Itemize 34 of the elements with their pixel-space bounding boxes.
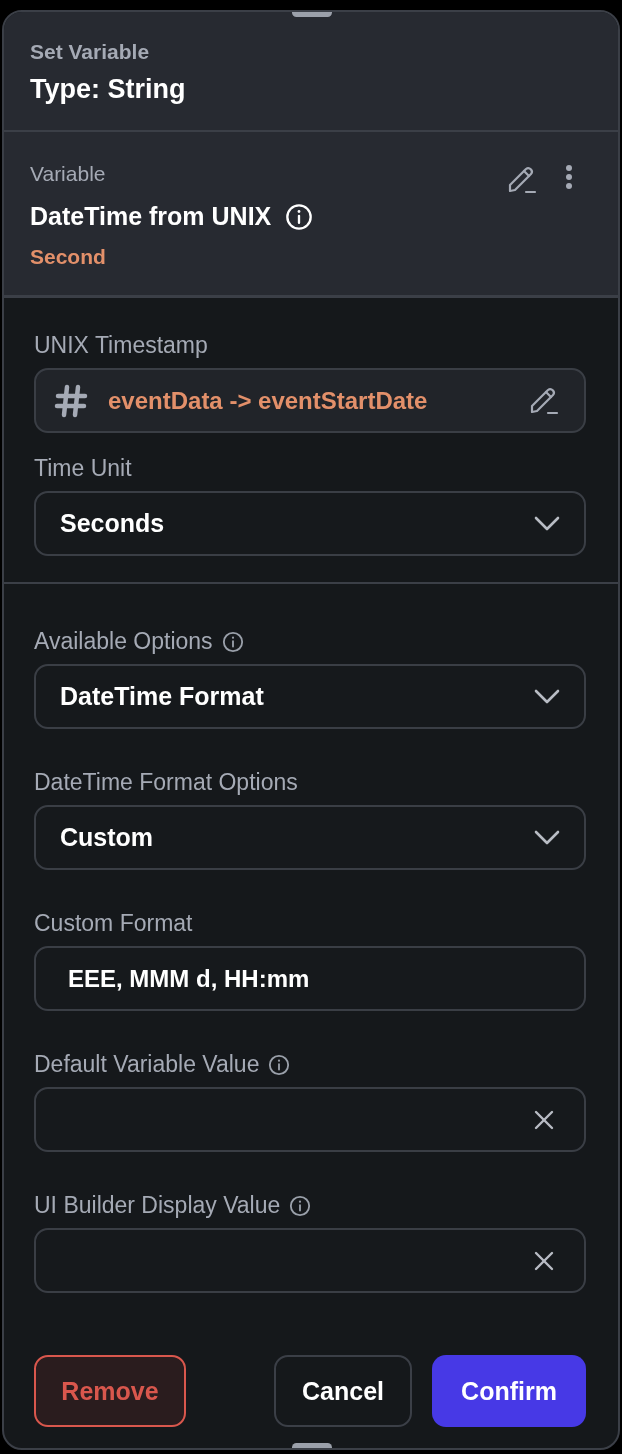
field-label: Default Variable Value — [34, 1051, 260, 1078]
dropdown[interactable]: DateTime Format — [34, 664, 586, 729]
variable-path: eventData -> eventStartDate — [108, 386, 428, 415]
cancel-button[interactable]: Cancel — [274, 1355, 412, 1427]
dropdown[interactable]: Custom — [34, 805, 586, 870]
field-label: UI Builder Display Value — [34, 1192, 281, 1219]
hash-icon — [54, 383, 88, 418]
info-icon[interactable] — [221, 630, 244, 653]
input-field[interactable]: EEE, MMM d, HH:mm — [34, 946, 586, 1011]
dropdown[interactable]: Seconds — [34, 491, 586, 556]
field-label: UNIX Timestamp — [34, 332, 208, 359]
field-label: DateTime Format Options — [34, 769, 298, 796]
remove-button[interactable]: Remove — [34, 1355, 186, 1427]
more-options-icon[interactable] — [564, 164, 574, 190]
chevron-down-icon[interactable] — [534, 688, 560, 705]
info-icon[interactable] — [268, 1053, 291, 1076]
clear-icon[interactable] — [534, 1109, 554, 1130]
input-field[interactable] — [34, 1228, 586, 1293]
dialog-title: Type: String — [30, 74, 187, 105]
variable-name: DateTime from UNIX — [30, 202, 272, 231]
unit-label: Second — [30, 245, 107, 269]
variable-field[interactable]: eventData -> eventStartDate — [34, 368, 586, 433]
field-label: Time Unit — [34, 455, 132, 482]
chevron-down-icon[interactable] — [534, 829, 560, 846]
clear-icon[interactable] — [534, 1250, 554, 1271]
info-icon[interactable] — [289, 1194, 312, 1217]
field-label: Available Options — [34, 628, 213, 655]
pencil-icon[interactable] — [506, 164, 538, 196]
confirm-button[interactable]: Confirm — [432, 1355, 586, 1427]
chevron-down-icon[interactable] — [534, 515, 560, 532]
dialog-subtitle: Set Variable — [30, 40, 151, 64]
section-label: Variable — [30, 162, 107, 186]
field-label: Custom Format — [34, 910, 193, 937]
input-field[interactable] — [34, 1087, 586, 1152]
